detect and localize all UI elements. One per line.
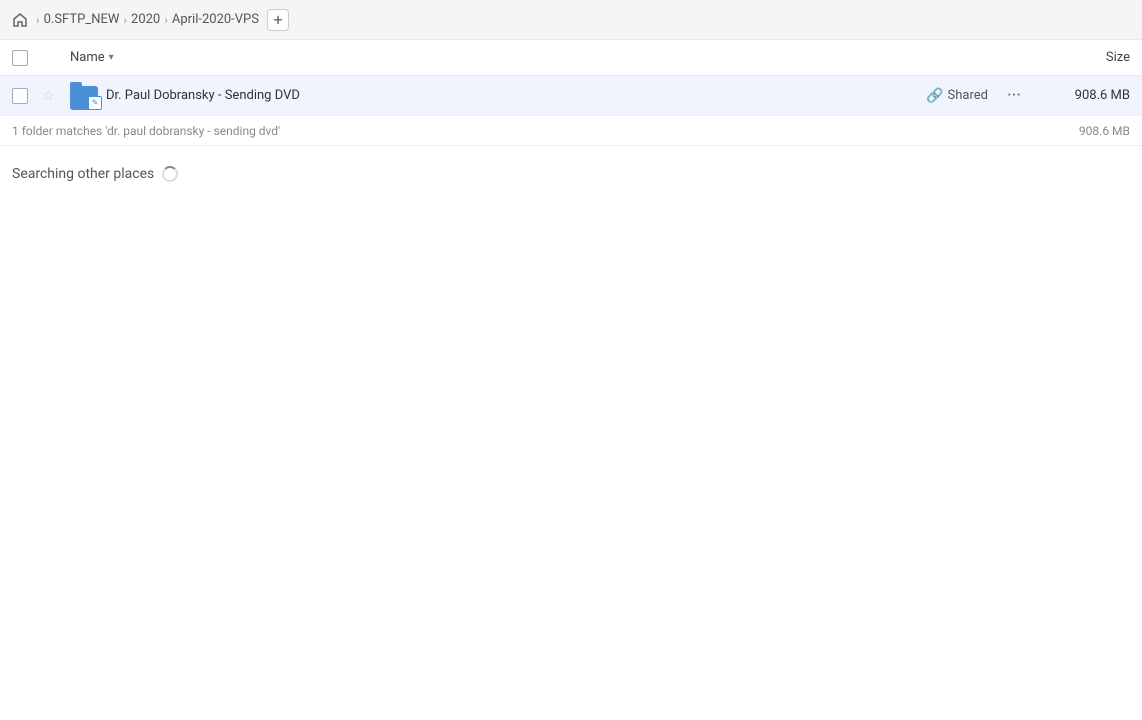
file-name: Dr. Paul Dobransky - Sending DVD — [106, 88, 926, 103]
row-star[interactable]: ☆ — [42, 88, 70, 104]
file-size: 908.6 MB — [1040, 88, 1130, 103]
shared-label: Shared — [948, 88, 988, 103]
breadcrumb-sep-1: › — [36, 13, 40, 27]
name-column-label: Name — [70, 50, 105, 65]
searching-label: Searching other places — [12, 166, 154, 182]
breadcrumb-item-3[interactable]: April-2020-VPS — [172, 12, 259, 27]
select-all-checkbox[interactable] — [12, 50, 42, 66]
breadcrumb-home[interactable] — [12, 12, 28, 28]
name-column-header[interactable]: Name ▾ — [70, 50, 1010, 65]
name-sort-icon: ▾ — [109, 52, 114, 63]
breadcrumb-item-1[interactable]: 0.SFTP_NEW — [44, 12, 120, 27]
file-row[interactable]: ☆ ✎ Dr. Paul Dobransky - Sending DVD 🔗 S… — [0, 76, 1142, 116]
breadcrumb-item-2[interactable]: 2020 — [131, 12, 160, 27]
more-icon: ··· — [1007, 85, 1021, 106]
column-header: Name ▾ Size — [0, 40, 1142, 76]
match-status-text: 1 folder matches 'dr. paul dobransky - s… — [12, 124, 280, 138]
match-status-size: 908.6 MB — [1079, 124, 1130, 138]
row-checkbox[interactable] — [12, 88, 42, 104]
breadcrumb-bar: › 0.SFTP_NEW › 2020 › April-2020-VPS + — [0, 0, 1142, 40]
breadcrumb-sep-2: › — [123, 13, 127, 27]
breadcrumb-add-button[interactable]: + — [267, 9, 289, 31]
status-bar: 1 folder matches 'dr. paul dobransky - s… — [0, 116, 1142, 146]
link-icon: 🔗 — [926, 88, 943, 104]
folder-icon-wrapper: ✎ — [70, 82, 98, 110]
breadcrumb-sep-3: › — [164, 13, 168, 27]
row-folder-icon: ✎ — [70, 82, 106, 110]
searching-spinner — [162, 166, 178, 182]
searching-section: Searching other places — [0, 146, 1142, 202]
size-column-header: Size — [1010, 50, 1130, 65]
folder-edit-badge: ✎ — [88, 96, 102, 110]
file-shared-badge[interactable]: 🔗 Shared — [926, 88, 988, 104]
star-icon: ☆ — [42, 88, 55, 104]
more-options-button[interactable]: ··· — [1000, 85, 1028, 106]
